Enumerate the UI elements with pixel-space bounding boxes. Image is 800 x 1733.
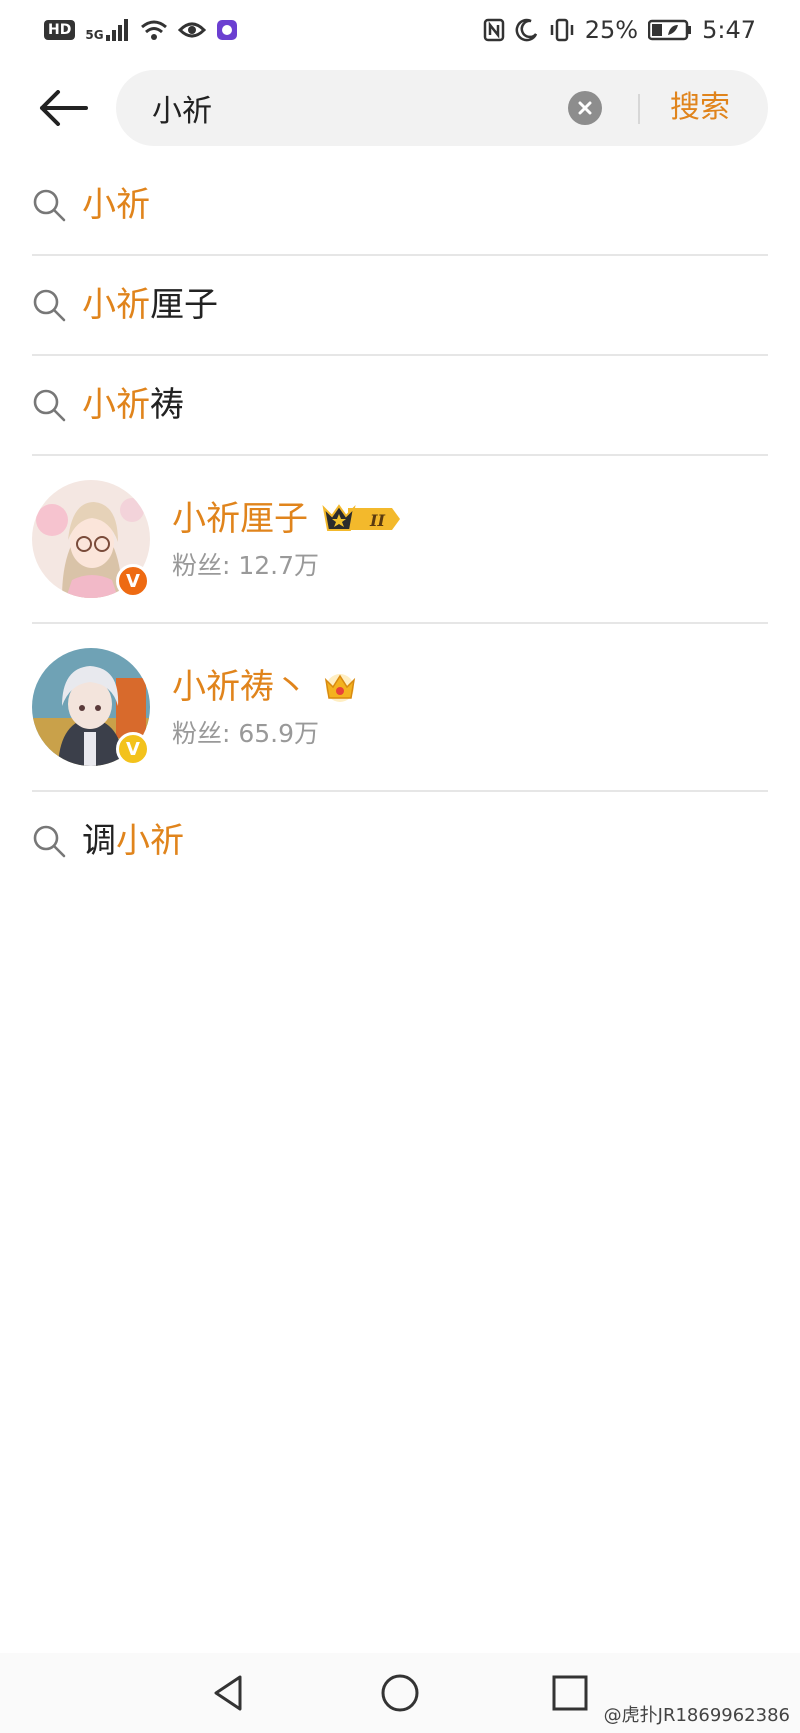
suggestion-rest: 祷	[150, 385, 184, 425]
search-icon	[33, 289, 66, 322]
back-button[interactable]	[30, 80, 96, 136]
nav-back-button[interactable]	[204, 1669, 252, 1717]
user-info: 小祈祷丶 粉丝: 65.9万	[172, 665, 358, 749]
wifi-icon	[140, 20, 167, 40]
nav-home-button[interactable]	[376, 1669, 424, 1717]
clock: 5:47	[702, 16, 756, 44]
close-icon	[578, 101, 592, 115]
search-icon	[33, 389, 66, 422]
back-arrow-icon	[40, 90, 88, 126]
vibrate-icon	[550, 18, 573, 42]
status-right-icons: 25% 5:47	[483, 14, 756, 46]
crown-level-II-icon: II	[322, 504, 400, 531]
battery-percent: 25%	[584, 16, 639, 44]
search-suggestion-list: 小祈 小祈厘子 小祈祷 V 小祈厘子 II 粉丝: 12.7万 V 小祈祷丶 粉…	[0, 156, 800, 890]
moon-icon	[515, 18, 537, 42]
search-icon	[33, 189, 66, 222]
user-name: 小祈祷丶	[172, 667, 308, 707]
suggestion-prefix: 调	[82, 821, 116, 861]
status-bar: HD 5G 25% 5:47	[0, 0, 800, 60]
suggestion-highlight: 小祈	[116, 821, 184, 861]
triangle-back-icon	[214, 1675, 242, 1711]
verified-badge-icon: V	[116, 564, 150, 598]
suggestion-item[interactable]: 小祈祷	[32, 356, 768, 456]
suggestion-highlight: 小祈	[82, 285, 150, 325]
search-icon	[33, 825, 66, 858]
avatar[interactable]: V	[32, 648, 150, 766]
suggestion-item[interactable]: 小祈厘子	[32, 256, 768, 356]
user-info: 小祈厘子 II 粉丝: 12.7万	[172, 497, 402, 581]
hd-badge: HD	[44, 20, 76, 40]
suggestion-highlight: 小祈	[82, 185, 150, 225]
search-input[interactable]	[152, 84, 572, 132]
suggestion-highlight: 小祈	[82, 385, 150, 425]
fans-count: 粉丝: 12.7万	[172, 551, 320, 580]
square-recents-icon	[552, 1675, 588, 1711]
signal-icon: 5G	[85, 19, 129, 41]
nav-recents-button[interactable]	[546, 1669, 594, 1717]
svg-text:II: II	[369, 511, 385, 530]
nfc-icon	[483, 18, 504, 42]
user-name: 小祈厘子	[172, 499, 308, 539]
circle-home-icon	[381, 1674, 419, 1712]
search-button[interactable]: 搜索	[670, 86, 730, 130]
eye-icon	[177, 22, 206, 38]
fans-count: 粉丝: 65.9万	[172, 719, 320, 748]
search-box: 搜索	[116, 70, 768, 146]
status-left-icons: HD 5G	[44, 14, 238, 46]
battery-icon	[648, 19, 692, 41]
search-divider	[638, 94, 640, 124]
watermark: @虎扑JR1869962386	[603, 1705, 790, 1726]
user-result-row[interactable]: V 小祈厘子 II 粉丝: 12.7万	[32, 456, 768, 624]
suggestion-rest: 厘子	[150, 285, 218, 325]
system-nav-bar: @虎扑JR1869962386	[0, 1653, 800, 1733]
app-notification-icon	[216, 20, 237, 40]
suggestion-item[interactable]: 小祈	[32, 156, 768, 256]
verified-badge-icon: V	[116, 732, 150, 766]
user-result-row[interactable]: V 小祈祷丶 粉丝: 65.9万	[32, 624, 768, 792]
suggestion-item[interactable]: 调小祈	[32, 792, 768, 890]
clear-button[interactable]	[568, 91, 602, 125]
search-header: 搜索	[0, 70, 800, 146]
gold-crown-icon	[324, 674, 356, 702]
avatar[interactable]: V	[32, 480, 150, 598]
